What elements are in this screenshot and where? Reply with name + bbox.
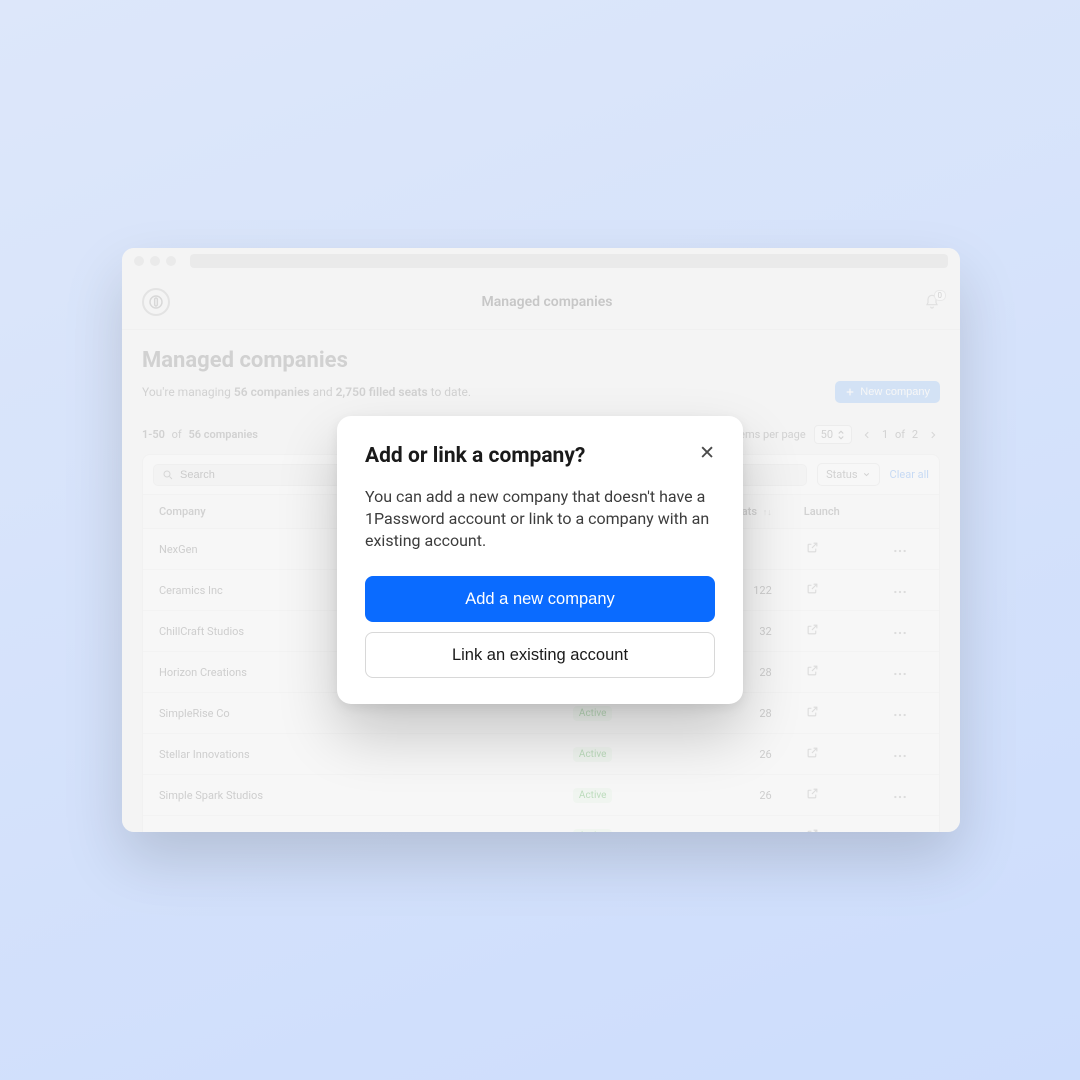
cell-actions xyxy=(875,734,939,775)
search-icon xyxy=(162,469,174,481)
cell-actions xyxy=(875,652,939,693)
cell-status: Active xyxy=(557,734,660,775)
launch-button[interactable] xyxy=(804,787,822,800)
status-badge: Active xyxy=(573,747,613,762)
launch-button[interactable] xyxy=(804,746,822,759)
traffic-light-close[interactable] xyxy=(134,256,144,266)
close-icon: ✕ xyxy=(699,443,715,464)
page-prev-button[interactable] xyxy=(860,428,874,442)
launch-button[interactable] xyxy=(804,623,822,636)
cell-actions xyxy=(875,529,939,570)
new-company-button[interactable]: New company xyxy=(835,381,940,403)
items-per-page-select[interactable]: 50 xyxy=(814,425,852,444)
status-badge: Active xyxy=(573,829,613,833)
add-new-company-button[interactable]: Add a new company xyxy=(365,576,715,622)
page-title: Managed companies xyxy=(142,348,940,373)
row-actions-button[interactable] xyxy=(891,549,909,553)
modal-close-button[interactable]: ✕ xyxy=(699,444,715,463)
cell-launch xyxy=(788,775,876,816)
new-company-label: New company xyxy=(860,386,930,398)
app-header: Managed companies 0 xyxy=(122,274,960,330)
plus-icon xyxy=(845,387,855,397)
cell-launch xyxy=(788,570,876,611)
more-icon xyxy=(893,590,907,594)
more-icon xyxy=(893,672,907,676)
more-icon xyxy=(893,795,907,799)
cell-status: Active xyxy=(557,775,660,816)
more-icon xyxy=(893,754,907,758)
more-icon xyxy=(893,631,907,635)
launch-button[interactable] xyxy=(804,541,822,554)
cell-actions xyxy=(875,570,939,611)
status-badge: Active xyxy=(573,788,613,803)
cell-seats: 26 xyxy=(660,734,787,775)
page-next-button[interactable] xyxy=(926,428,940,442)
cell-seats: 26 xyxy=(660,775,787,816)
external-link-icon xyxy=(806,582,819,595)
cell-actions xyxy=(875,775,939,816)
link-existing-account-button[interactable]: Link an existing account xyxy=(365,632,715,678)
launch-button[interactable] xyxy=(804,705,822,718)
cell-seats: 24 xyxy=(660,816,787,833)
external-link-icon xyxy=(806,705,819,718)
row-actions-button[interactable] xyxy=(891,590,909,594)
status-filter[interactable]: Status xyxy=(817,463,879,486)
row-actions-button[interactable] xyxy=(891,713,909,717)
more-icon xyxy=(893,549,907,553)
cell-company: SecureNet Services xyxy=(143,816,557,833)
row-actions-button[interactable] xyxy=(891,631,909,635)
app-header-title: Managed companies xyxy=(170,294,924,310)
cell-launch xyxy=(788,611,876,652)
external-link-icon xyxy=(806,664,819,677)
cell-launch xyxy=(788,816,876,833)
stepper-icon xyxy=(837,429,845,441)
row-actions-button[interactable] xyxy=(891,795,909,799)
cell-actions xyxy=(875,611,939,652)
modal-title: Add or link a company? xyxy=(365,444,585,468)
sort-icon: ↑↓ xyxy=(763,508,772,518)
launch-button[interactable] xyxy=(804,828,822,832)
row-actions-button[interactable] xyxy=(891,672,909,676)
launch-button[interactable] xyxy=(804,582,822,595)
traffic-light-min[interactable] xyxy=(150,256,160,266)
notification-badge: 0 xyxy=(934,290,947,301)
url-bar[interactable] xyxy=(190,254,948,268)
external-link-icon xyxy=(806,746,819,759)
app-logo-icon xyxy=(142,288,170,316)
cell-status: Active xyxy=(557,816,660,833)
notifications-button[interactable]: 0 xyxy=(924,294,940,310)
cell-actions xyxy=(875,693,939,734)
add-or-link-company-modal: Add or link a company? ✕ You can add a n… xyxy=(337,416,743,704)
pagination: Items per page 50 1 of 2 xyxy=(733,425,940,444)
cell-launch xyxy=(788,652,876,693)
table-row[interactable]: Simple Spark Studios Active 26 xyxy=(143,775,939,816)
launch-button[interactable] xyxy=(804,664,822,677)
cell-launch xyxy=(788,529,876,570)
external-link-icon xyxy=(806,787,819,800)
row-actions-button[interactable] xyxy=(891,754,909,758)
table-row[interactable]: SecureNet Services Active 24 xyxy=(143,816,939,833)
page-subtitle: You're managing 56 companies and 2,750 f… xyxy=(142,385,471,399)
chevron-down-icon xyxy=(862,470,871,479)
cell-launch xyxy=(788,734,876,775)
cell-launch xyxy=(788,693,876,734)
cell-company: Simple Spark Studios xyxy=(143,775,557,816)
cell-company: Stellar Innovations xyxy=(143,734,557,775)
status-badge: Active xyxy=(573,706,613,721)
external-link-icon xyxy=(806,828,819,832)
cell-actions xyxy=(875,816,939,833)
modal-body-text: You can add a new company that doesn't h… xyxy=(365,486,715,552)
window-titlebar xyxy=(122,248,960,274)
external-link-icon xyxy=(806,541,819,554)
table-row[interactable]: Stellar Innovations Active 26 xyxy=(143,734,939,775)
col-launch: Launch xyxy=(788,495,876,529)
traffic-light-max[interactable] xyxy=(166,256,176,266)
more-icon xyxy=(893,713,907,717)
page-subtitle-row: You're managing 56 companies and 2,750 f… xyxy=(142,381,940,403)
clear-all-button[interactable]: Clear all xyxy=(890,468,929,481)
external-link-icon xyxy=(806,623,819,636)
